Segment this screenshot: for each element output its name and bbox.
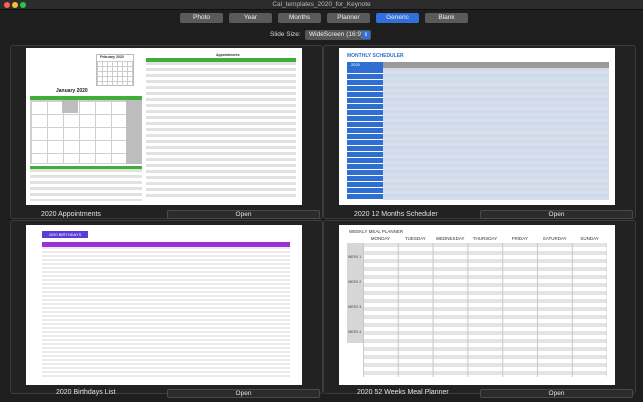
appointments-title: Appointments	[216, 53, 240, 57]
mini-calendar: February 2020	[96, 54, 134, 86]
tab-year[interactable]: Year	[229, 13, 272, 23]
week-label-1: WEEK 1	[348, 255, 362, 259]
template-thumbnail[interactable]: 2020 BIRTHDAYS	[26, 225, 302, 385]
shaded-day	[62, 100, 78, 113]
template-card-appointments: February 2020 January 2020 Appointments …	[10, 45, 323, 219]
mini-calendar-grid	[97, 61, 133, 86]
title-bar: Cal_templates_2020_for_Keynote	[0, 0, 643, 10]
category-tabs: Photo Year Months Planner Generic Blank	[180, 13, 468, 23]
slide-size-select[interactable]: WideScreen (16:9) ⇕	[305, 30, 371, 40]
week-label-4: WEEK 4	[348, 330, 362, 334]
template-card-scheduler: MONTHLY SCHEDULER 2020 2020 12 Months Sc…	[323, 45, 636, 219]
slide-size-label: Slide Size:	[270, 31, 301, 38]
appointments-lines	[146, 62, 296, 200]
template-card-meal-planner: WEEKLY MEAL PLANNER MONDAY TUESDAY WEDNE…	[323, 220, 636, 398]
open-button[interactable]: Open	[167, 210, 320, 219]
month-title: January 2020	[56, 88, 88, 94]
row-labels-column	[347, 68, 383, 200]
birthdays-title: 2020 BIRTHDAYS	[42, 231, 88, 238]
template-name: 2020 52 Weeks Meal Planner	[357, 389, 449, 396]
tab-blank[interactable]: Blank	[425, 13, 468, 23]
open-button[interactable]: Open	[167, 389, 320, 398]
notes-lines	[30, 169, 142, 201]
scheduler-rows	[383, 68, 609, 200]
tab-photo[interactable]: Photo	[180, 13, 223, 23]
birthday-rows	[42, 247, 290, 377]
day-tuesday: TUESDAY	[404, 236, 426, 241]
template-name: 2020 12 Months Scheduler	[354, 211, 438, 218]
day-saturday: SATURDAY	[542, 236, 567, 241]
week-label-2: WEEK 2	[348, 280, 362, 284]
day-wednesday: WEDNESDAY	[435, 236, 465, 241]
meal-grid	[363, 243, 607, 377]
day-friday: FRIDAY	[511, 236, 528, 241]
planner-title: WEEKLY MEAL PLANNER	[349, 229, 404, 234]
tab-planner[interactable]: Planner	[327, 13, 370, 23]
tab-months[interactable]: Months	[278, 13, 321, 23]
window-title: Cal_templates_2020_for_Keynote	[272, 1, 371, 8]
scheduler-title: MONTHLY SCHEDULER	[347, 53, 404, 59]
template-card-birthdays: 2020 BIRTHDAYS 2020 Birthdays List Open	[10, 220, 323, 398]
open-button[interactable]: Open	[480, 210, 633, 219]
day-thursday: THURSDAY	[472, 236, 498, 241]
day-monday: MONDAY	[370, 236, 391, 241]
template-thumbnail[interactable]: WEEKLY MEAL PLANNER MONDAY TUESDAY WEDNE…	[339, 225, 615, 385]
slide-size-value: WideScreen (16:9)	[309, 31, 364, 38]
slide-size-row: Slide Size: WideScreen (16:9) ⇕	[0, 30, 643, 40]
week-label-3: WEEK 3	[348, 305, 362, 309]
days-header: MONDAY TUESDAY WEDNESDAY THURSDAY FRIDAY…	[363, 236, 607, 243]
shaded-column	[126, 100, 142, 164]
tab-generic[interactable]: Generic	[376, 13, 419, 23]
open-button[interactable]: Open	[480, 389, 633, 398]
day-sunday: SUNDAY	[580, 236, 599, 241]
chevron-updown-icon: ⇕	[362, 31, 370, 39]
template-thumbnail[interactable]: MONTHLY SCHEDULER 2020	[339, 48, 615, 205]
template-name: 2020 Appointments	[41, 211, 101, 218]
template-thumbnail[interactable]: February 2020 January 2020 Appointments	[26, 48, 302, 205]
mini-calendar-title: February 2020	[100, 55, 124, 59]
